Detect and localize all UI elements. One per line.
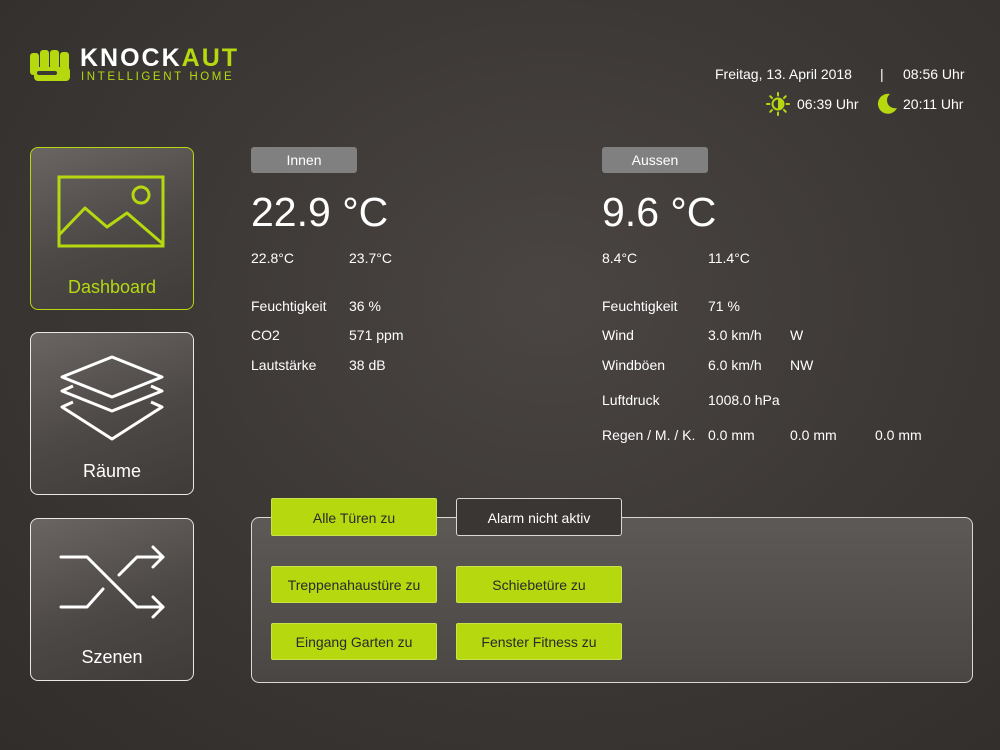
- sun-icon: [766, 92, 790, 116]
- outside-min-temp: 8.4°C: [602, 250, 638, 266]
- image-icon: [57, 175, 165, 248]
- nav-rooms-label: Räume: [82, 461, 142, 481]
- outside-wind-value: 3.0 km/h: [708, 327, 762, 343]
- outside-pressure-label: Luftdruck: [602, 392, 660, 408]
- outside-section-badge: Aussen: [602, 147, 708, 173]
- header-date: Freitag, 13. April 2018: [715, 66, 852, 82]
- sunrise-time: 06:39 Uhr: [797, 96, 859, 112]
- header-time: 08:56 Uhr: [903, 66, 965, 82]
- outside-pressure-value: 1008.0 hPa: [708, 392, 780, 408]
- nav-rooms-button[interactable]: Räume: [30, 332, 194, 495]
- nav-dashboard-label: Dashboard: [67, 277, 157, 297]
- outside-wind-label: Wind: [602, 327, 634, 343]
- inside-volume-value: 38 dB: [349, 357, 386, 373]
- sunset-time: 20:11 Uhr: [903, 96, 964, 112]
- outside-humidity-value: 71 %: [708, 298, 740, 314]
- sliding-door-button[interactable]: Schiebetüre zu: [456, 566, 622, 603]
- inside-min-temp: 22.8°C: [251, 250, 294, 266]
- tab-alarm-inactive[interactable]: Alarm nicht aktiv: [456, 498, 622, 536]
- outside-temperature: 9.6 °C: [602, 189, 717, 235]
- nav-dashboard-button[interactable]: Dashboard: [30, 147, 194, 310]
- inside-co2-label: CO2: [251, 327, 280, 343]
- inside-humidity-value: 36 %: [349, 298, 381, 314]
- inside-section-badge: Innen: [251, 147, 357, 173]
- nav-scenes-label: Szenen: [81, 647, 143, 667]
- outside-wind-direction: W: [790, 327, 804, 343]
- fitness-window-button[interactable]: Fenster Fitness zu: [456, 623, 622, 660]
- brand-name: KNOCKAUT: [80, 44, 240, 72]
- shuffle-icon: [59, 545, 165, 619]
- outside-rain-label: Regen / M. / K.: [602, 427, 696, 443]
- outside-rain-month: 0.0 mm: [790, 427, 837, 443]
- outside-humidity-label: Feuchtigkeit: [602, 298, 678, 314]
- stairwell-door-button[interactable]: Treppenahaustüre zu: [271, 566, 437, 603]
- inside-max-temp: 23.7°C: [349, 250, 392, 266]
- moon-icon: [877, 93, 897, 114]
- inside-humidity-label: Feuchtigkeit: [251, 298, 327, 314]
- inside-co2-value: 571 ppm: [349, 327, 404, 343]
- header-separator: |: [880, 66, 884, 82]
- outside-gust-value: 6.0 km/h: [708, 357, 762, 373]
- layers-icon: [60, 355, 164, 441]
- fist-logo-icon: [30, 50, 70, 81]
- outside-gust-label: Windböen: [602, 357, 666, 373]
- outside-max-temp: 11.4°C: [708, 250, 750, 266]
- outside-rain-value: 0.0 mm: [708, 427, 755, 443]
- inside-volume-label: Lautstärke: [251, 357, 317, 373]
- outside-gust-direction: NW: [790, 357, 814, 373]
- nav-scenes-button[interactable]: Szenen: [30, 518, 194, 681]
- outside-rain-year: 0.0 mm: [875, 427, 922, 443]
- tab-all-doors-closed[interactable]: Alle Türen zu: [271, 498, 437, 536]
- brand-tagline: INTELLIGENT HOME: [81, 71, 235, 83]
- inside-temperature: 22.9 °C: [251, 189, 389, 235]
- garden-entrance-button[interactable]: Eingang Garten zu: [271, 623, 437, 660]
